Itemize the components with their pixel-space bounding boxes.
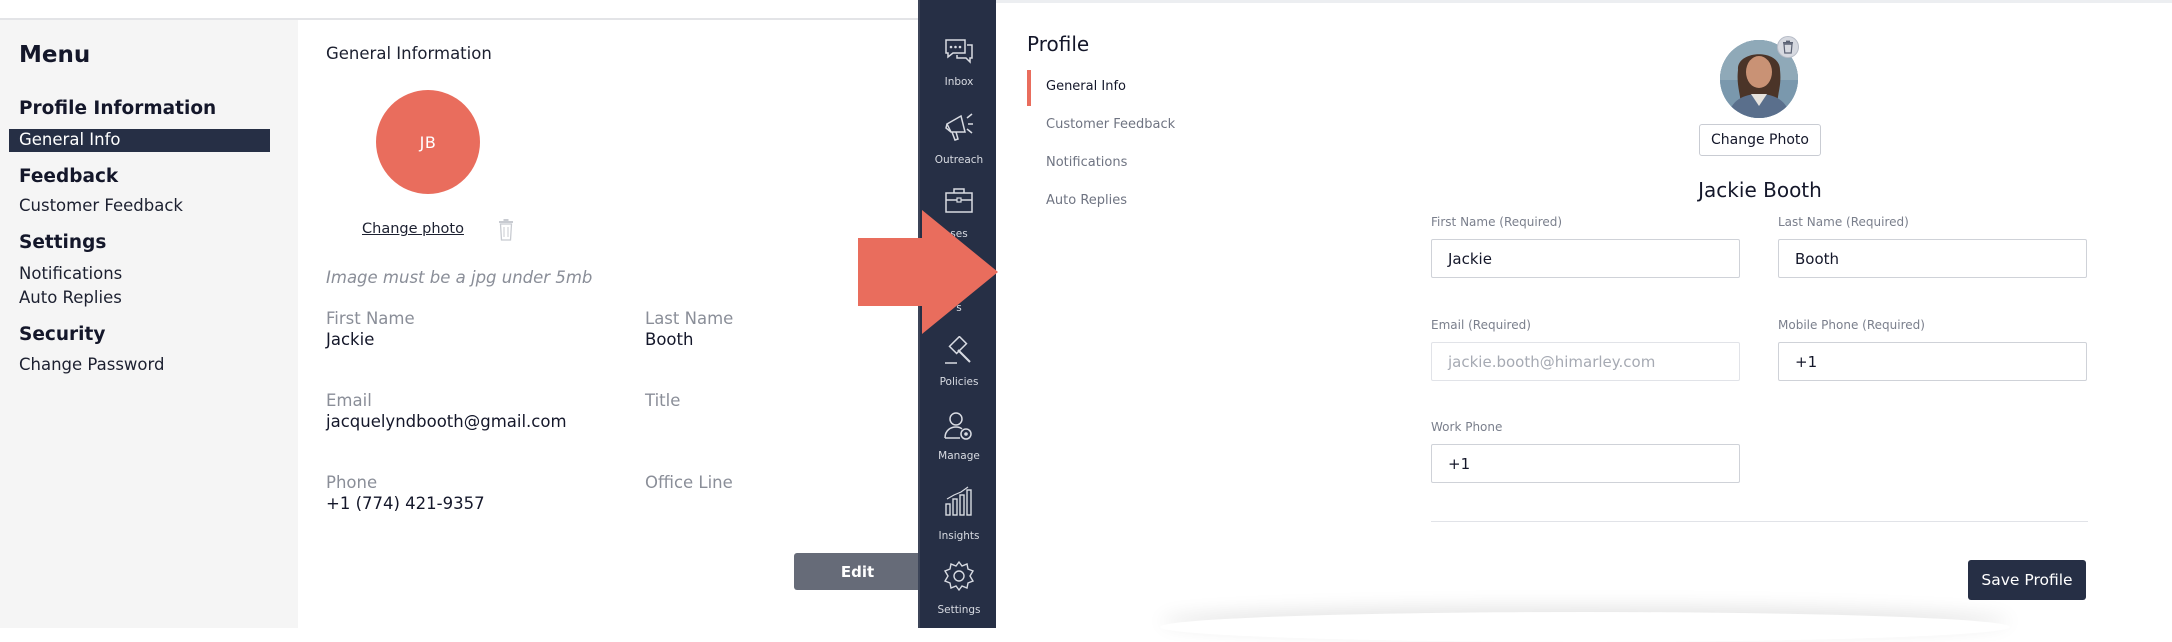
menu-heading-feedback: Feedback xyxy=(19,166,119,187)
bottom-shadow xyxy=(1160,612,2010,642)
change-photo-link[interactable]: Change photo xyxy=(362,221,464,237)
title-label: Title xyxy=(645,391,681,410)
top-border xyxy=(0,0,918,20)
email-label: Email (Required) xyxy=(1431,318,1531,332)
image-hint: Image must be a jpg under 5mb xyxy=(326,268,593,287)
last-name-label: Last Name xyxy=(645,309,734,328)
office-line-label: Office Line xyxy=(645,473,733,492)
email-value: jacquelyndbooth@gmail.com xyxy=(326,412,567,431)
menu-item-notifications[interactable]: Notifications xyxy=(19,264,122,283)
subnav-auto-replies[interactable]: Auto Replies xyxy=(1046,193,1127,208)
top-border xyxy=(918,0,2172,3)
inbox-icon xyxy=(945,39,973,64)
nav-label: Inbox xyxy=(944,76,974,88)
nav-item-inbox[interactable]: Inbox xyxy=(920,36,998,108)
nav-label: Insights xyxy=(938,530,980,542)
last-name-value: Booth xyxy=(645,330,694,349)
last-name-label: Last Name (Required) xyxy=(1778,215,1909,229)
phone-value: +1 (774) 421-9357 xyxy=(326,494,485,513)
gear-icon xyxy=(943,560,975,592)
bar-chart-icon xyxy=(945,486,972,516)
nav-item-outreach[interactable]: Outreach xyxy=(920,110,998,182)
user-gear-icon xyxy=(944,412,972,440)
menu-item-auto-replies[interactable]: Auto Replies xyxy=(19,288,122,307)
comparison-arrow-icon xyxy=(858,210,998,334)
menu-item-customer-feedback[interactable]: Customer Feedback xyxy=(19,196,183,215)
menu-item-change-password[interactable]: Change Password xyxy=(19,355,165,374)
trash-icon xyxy=(1783,40,1793,54)
email-label: Email xyxy=(326,391,372,410)
menu-heading-security: Security xyxy=(19,324,106,345)
menu-heading-settings: Settings xyxy=(19,232,107,253)
subnav-notifications[interactable]: Notifications xyxy=(1046,155,1127,170)
phone-label: Phone xyxy=(326,473,378,492)
mobile-phone-label: Mobile Phone (Required) xyxy=(1778,318,1925,332)
last-name-input[interactable]: Booth xyxy=(1778,239,2087,278)
nav-label: Outreach xyxy=(934,154,984,166)
work-phone-label: Work Phone xyxy=(1431,420,1503,434)
work-phone-input[interactable]: +1 xyxy=(1431,444,1740,483)
avatar-initials: JB xyxy=(376,90,480,194)
subnav-general-info[interactable]: General Info xyxy=(1046,79,1126,94)
nav-item-insights[interactable]: Insights xyxy=(920,486,998,558)
change-photo-button[interactable]: Change Photo xyxy=(1699,124,1821,156)
nav-item-settings[interactable]: Settings xyxy=(920,560,998,632)
nav-label: Manage xyxy=(938,450,980,462)
form-divider xyxy=(1431,521,2088,522)
active-indicator xyxy=(1027,70,1031,106)
mobile-phone-input[interactable]: +1 xyxy=(1778,342,2087,381)
subnav-customer-feedback[interactable]: Customer Feedback xyxy=(1046,117,1175,132)
trash-icon[interactable] xyxy=(498,219,514,241)
nav-item-manage[interactable]: Manage xyxy=(920,410,998,482)
gavel-icon xyxy=(945,336,971,364)
profile-title: Profile xyxy=(1027,32,1090,56)
menu-heading-profile-information: Profile Information xyxy=(19,98,217,119)
email-input[interactable]: jackie.booth@himarley.com xyxy=(1431,342,1740,381)
nav-item-policies[interactable]: Policies xyxy=(920,336,998,408)
delete-photo-button[interactable] xyxy=(1777,36,1799,58)
first-name-value: Jackie xyxy=(326,330,375,349)
megaphone-icon xyxy=(945,113,973,141)
section-title: General Information xyxy=(326,44,492,63)
nav-label: Settings xyxy=(937,604,981,616)
menu-item-label: General Info xyxy=(19,130,121,149)
first-name-label: First Name (Required) xyxy=(1431,215,1563,229)
first-name-label: First Name xyxy=(326,309,415,328)
first-name-input[interactable]: Jackie xyxy=(1431,239,1740,278)
nav-label: Policies xyxy=(939,376,979,388)
right-screenshot xyxy=(918,0,2172,628)
menu-item-general-info[interactable]: General Info xyxy=(9,129,270,152)
profile-full-name: Jackie Booth xyxy=(1698,178,1822,202)
menu-title: Menu xyxy=(19,42,91,68)
save-profile-button[interactable]: Save Profile xyxy=(1968,560,2086,600)
